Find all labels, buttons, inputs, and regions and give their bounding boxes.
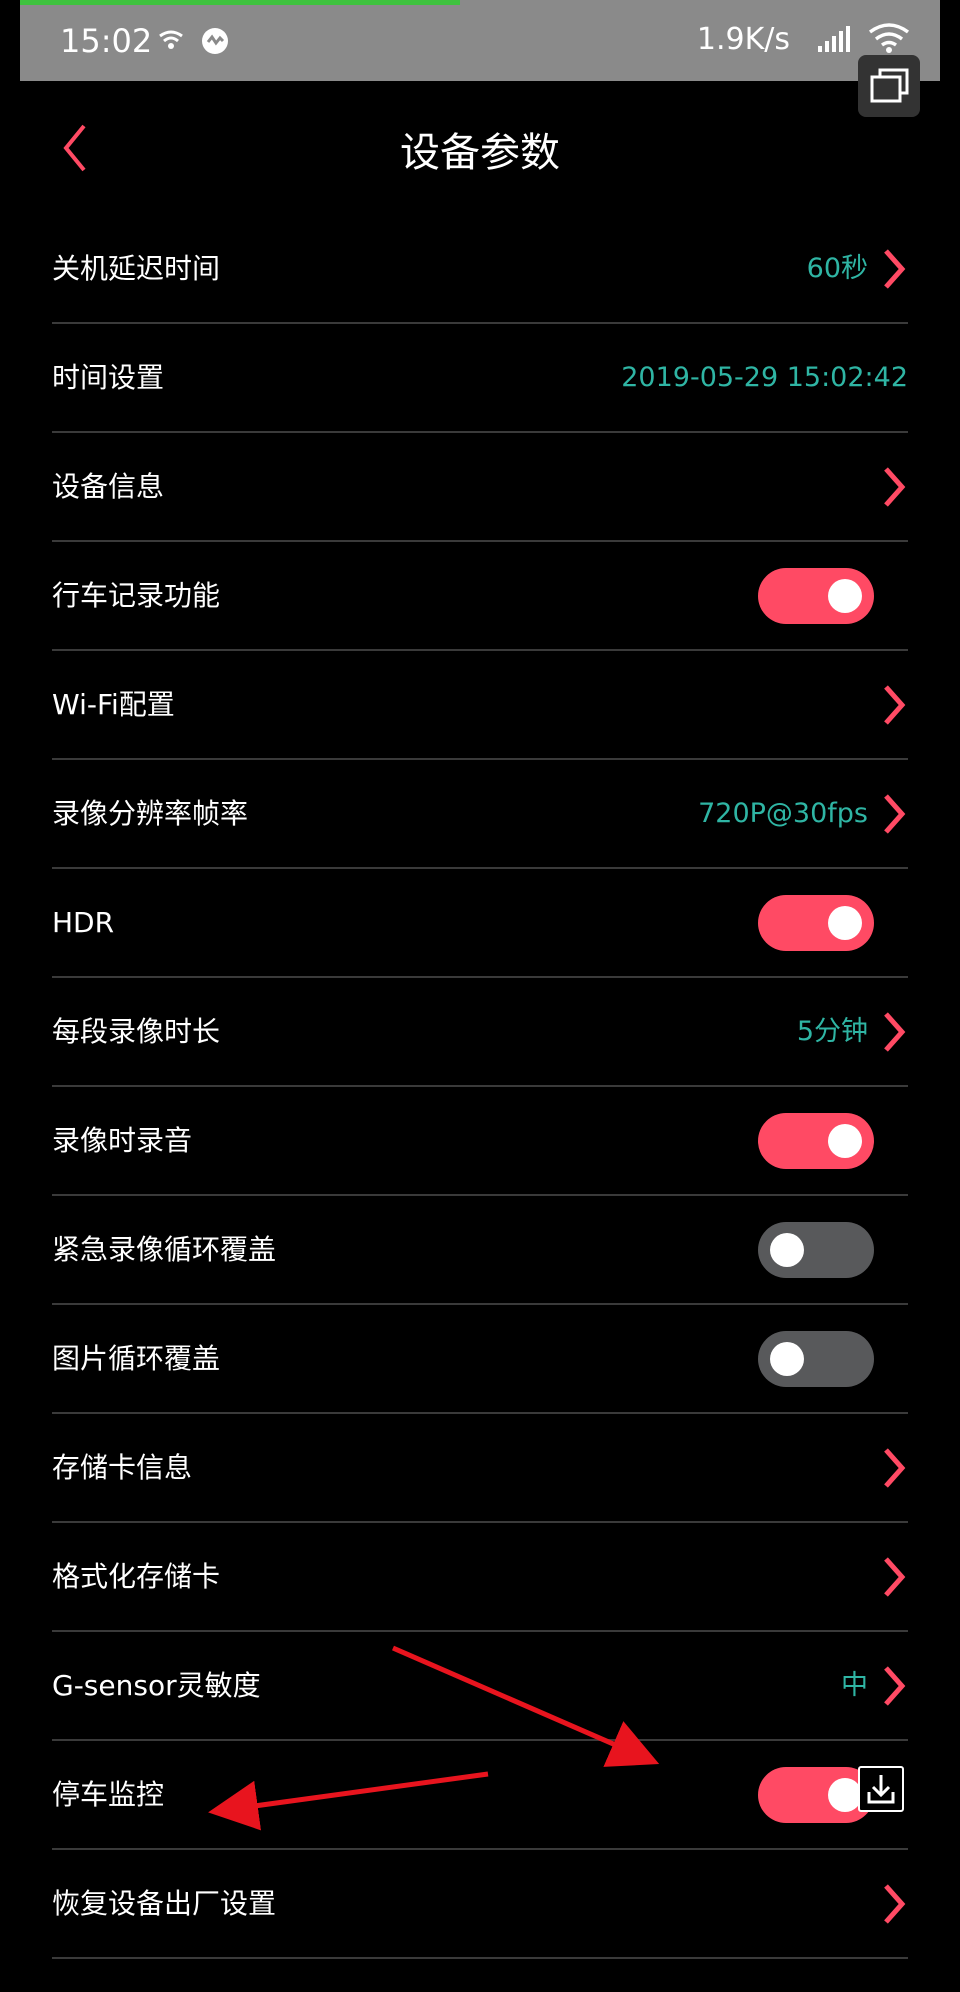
sync-icon — [200, 26, 230, 63]
settings-row[interactable]: 恢复设备出厂设置 — [52, 1850, 908, 1959]
chevron-right-icon — [884, 1557, 906, 1597]
row-label: 关机延迟时间 — [52, 252, 221, 285]
row-label: 停车监控 — [52, 1778, 165, 1811]
settings-row[interactable]: 每段录像时长 5分钟 — [52, 978, 908, 1087]
toggle-switch[interactable] — [758, 1113, 874, 1169]
settings-row[interactable]: 图片循环覆盖 — [52, 1305, 908, 1414]
toggle-knob — [770, 1342, 804, 1376]
row-label: 格式化存储卡 — [52, 1560, 221, 1593]
settings-row[interactable]: HDR — [52, 869, 908, 978]
row-label: 恢复设备出厂设置 — [52, 1887, 277, 1920]
settings-row[interactable]: 关机延迟时间 60秒 — [52, 215, 908, 324]
row-label: 行车记录功能 — [52, 579, 221, 612]
row-label: 存储卡信息 — [52, 1451, 193, 1484]
row-value: 5分钟 — [796, 1016, 868, 1047]
row-label: Wi-Fi配置 — [52, 688, 175, 721]
row-label: 录像分辨率帧率 — [52, 797, 249, 830]
status-bar: 15:02 1.9K/s — [20, 0, 940, 117]
settings-row[interactable]: 行车记录功能 — [52, 542, 908, 651]
row-label: HDR — [52, 906, 115, 939]
settings-row[interactable]: Wi-Fi配置 — [52, 651, 908, 760]
toggle-switch[interactable] — [758, 1331, 874, 1387]
settings-row[interactable]: 格式化存储卡 — [52, 1523, 908, 1632]
chevron-right-icon — [884, 1012, 906, 1052]
header: 设备参数 — [0, 90, 960, 210]
row-value: 中 — [841, 1670, 868, 1701]
toggle-knob — [828, 579, 862, 613]
row-label: 设备信息 — [52, 470, 165, 503]
toggle-knob — [828, 1778, 862, 1812]
settings-list: 关机延迟时间 60秒时间设置 2019-05-29 15:02:42 设备信息行车记录… — [52, 215, 908, 1959]
toggle-switch[interactable] — [758, 895, 874, 951]
row-label: 录像时录音 — [52, 1124, 193, 1157]
row-label: 时间设置 — [52, 361, 165, 394]
toggle-switch[interactable] — [758, 568, 874, 624]
row-value: 720P@30fps — [698, 798, 868, 829]
chevron-right-icon — [884, 1448, 906, 1488]
settings-row[interactable]: 录像分辨率帧率 720P@30fps — [52, 760, 908, 869]
settings-row[interactable]: 时间设置 2019-05-29 15:02:42 — [52, 324, 908, 433]
toggle-knob — [770, 1233, 804, 1267]
settings-row[interactable]: 录像时录音 — [52, 1087, 908, 1196]
row-label: 图片循环覆盖 — [52, 1342, 221, 1375]
row-label: 每段录像时长 — [52, 1015, 221, 1048]
toggle-knob — [828, 1124, 862, 1158]
toggle-switch[interactable] — [758, 1767, 874, 1823]
settings-row[interactable]: G-sensor灵敏度 中 — [52, 1632, 908, 1741]
chevron-right-icon — [884, 467, 906, 507]
row-label: G-sensor灵敏度 — [52, 1669, 261, 1702]
signal-icon — [816, 24, 852, 58]
chevron-right-icon — [884, 794, 906, 834]
row-label: 紧急录像循环覆盖 — [52, 1233, 277, 1266]
chevron-right-icon — [884, 249, 906, 289]
download-icon[interactable] — [858, 1766, 904, 1812]
settings-row[interactable]: 设备信息 — [52, 433, 908, 542]
network-speed: 1.9K/s — [696, 22, 790, 57]
status-time: 15:02 — [60, 22, 153, 60]
settings-row[interactable]: 存储卡信息 — [52, 1414, 908, 1523]
settings-row[interactable]: 紧急录像循环覆盖 — [52, 1196, 908, 1305]
toggle-switch[interactable] — [758, 1222, 874, 1278]
chevron-right-icon — [884, 1884, 906, 1924]
chevron-right-icon — [884, 685, 906, 725]
toggle-knob — [828, 906, 862, 940]
page-load-progress — [20, 0, 460, 5]
wifi-icon — [868, 22, 910, 58]
row-value: 2019-05-29 15:02:42 — [621, 362, 908, 393]
row-value: 60秒 — [806, 253, 868, 284]
chevron-right-icon — [884, 1666, 906, 1706]
settings-row[interactable]: 停车监控 — [52, 1741, 908, 1850]
wifi-call-icon — [156, 26, 186, 63]
page-title: 设备参数 — [400, 130, 560, 176]
